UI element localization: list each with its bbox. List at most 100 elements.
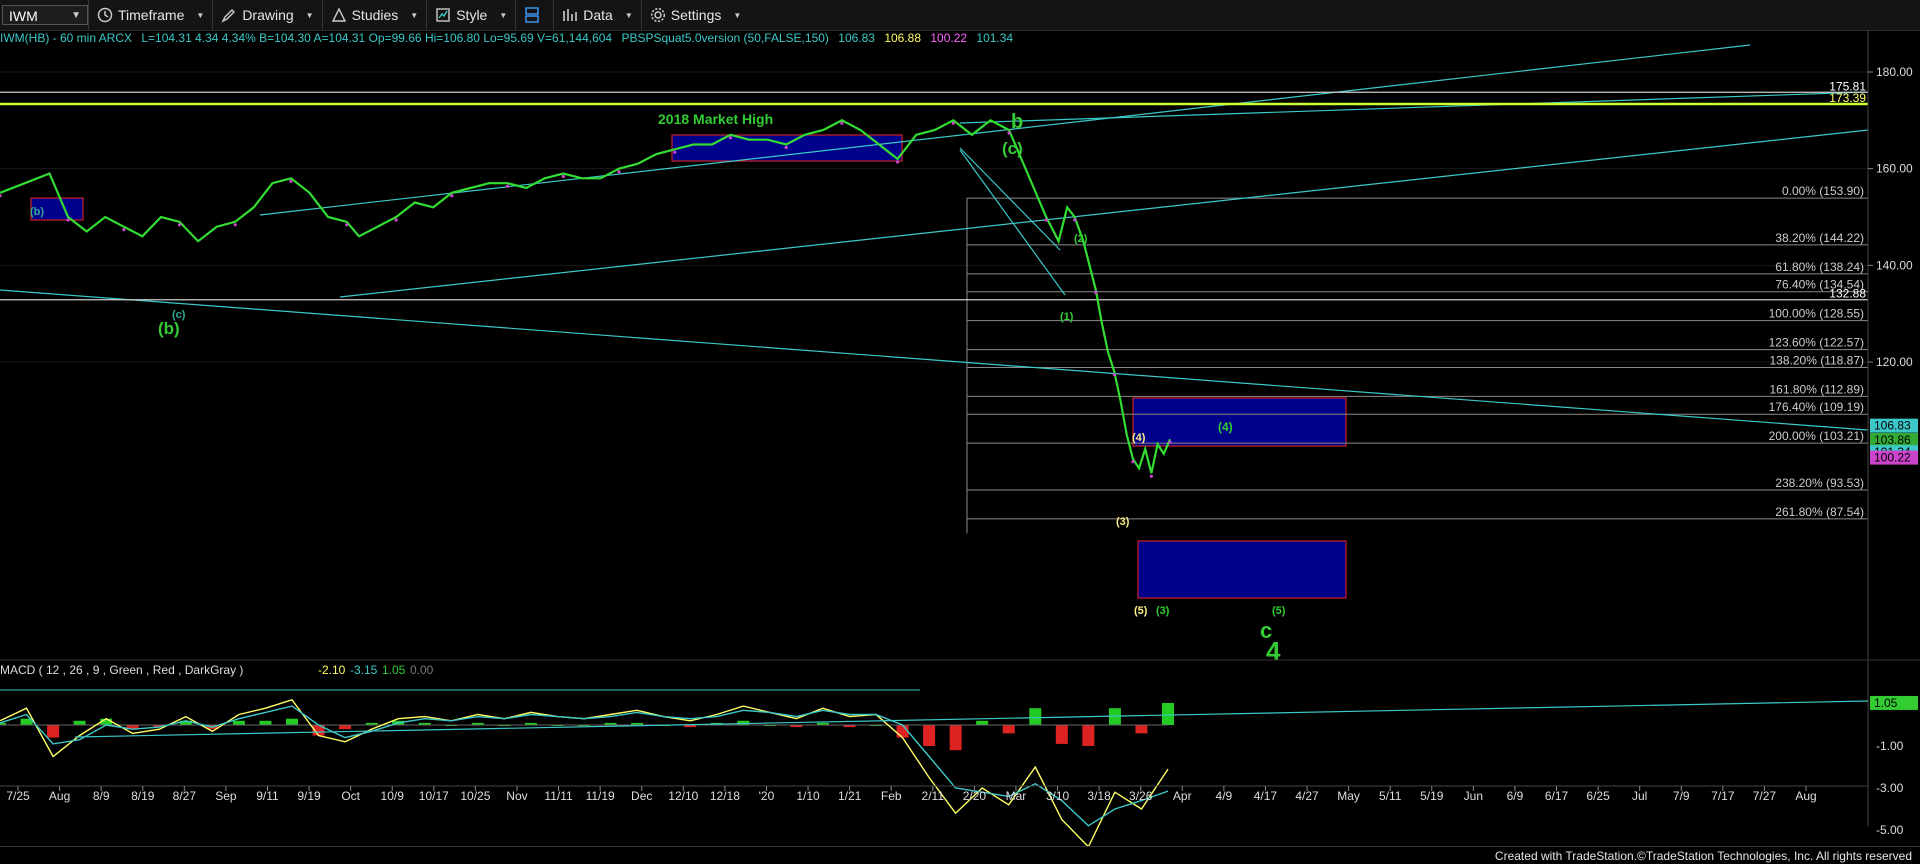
time-tick-label: 5/19 — [1420, 789, 1444, 803]
time-tick-label: 3/10 — [1046, 789, 1070, 803]
wave-label: (5) — [1134, 605, 1148, 617]
target-boxes — [30, 134, 1347, 599]
macd-panel: MACD ( 12 , 26 , 9 , Green , Red , DarkG… — [0, 659, 1920, 846]
price-point — [1149, 474, 1153, 478]
price-point — [1044, 218, 1048, 222]
macd-histogram-bar — [896, 725, 909, 738]
wave-label: (5) — [1272, 605, 1286, 617]
time-tick-label: 7/27 — [1753, 789, 1777, 803]
trend-line — [259, 44, 1751, 216]
price-point — [66, 218, 70, 222]
macd-value: -2.10 — [318, 663, 346, 677]
time-tick-label: '20 — [759, 789, 775, 803]
price-tag-label: 100.22 — [1874, 451, 1911, 465]
trend-line — [339, 129, 1869, 298]
macd-tick-label: -3.00 — [1876, 781, 1904, 795]
price-point — [345, 223, 349, 227]
time-tick-label: 4/9 — [1216, 789, 1233, 803]
time-tick-label: Aug — [49, 789, 70, 803]
price-chart[interactable]: 0.00% (153.90) 38.20% (144.22) 61.80% (138… — [0, 0, 1920, 846]
fib-level-label: 61.80% (138.24) — [1775, 260, 1864, 274]
price-point — [728, 136, 733, 140]
time-tick-label: Aug — [1795, 789, 1816, 803]
time-tick-label: Nov — [506, 789, 527, 803]
macd-trend-line — [74, 700, 1869, 738]
time-tick-label: 4/17 — [1254, 789, 1278, 803]
time-axis[interactable]: 7/25 Aug 8/9 8/19 8/27 Sep 9/11 9/19 Oct 10/9 10/1… — [0, 785, 1868, 803]
fib-level-label: 261.80% (87.54) — [1775, 505, 1864, 519]
macd-histogram-bar — [73, 720, 86, 725]
price-point — [177, 223, 182, 227]
time-tick-label: Oct — [341, 789, 360, 803]
price-point — [450, 194, 454, 198]
macd-title: MACD ( 12 , 26 , 9 , Green , Red , DarkG… — [0, 663, 243, 677]
price-point — [289, 179, 293, 183]
price-point — [122, 228, 126, 232]
copyright-text: Created with TradeStation.©TradeStation … — [1494, 849, 1912, 863]
fib-level-label: 100.00% (128.55) — [1769, 307, 1864, 321]
fib-level-label: 123.60% (122.57) — [1769, 336, 1864, 350]
footer-bar: Created with TradeStation.©TradeStation … — [0, 846, 1920, 864]
time-tick-label: 8/19 — [131, 789, 155, 803]
time-tick-label: 10/17 — [419, 789, 449, 803]
price-line — [0, 118, 1172, 474]
price-series — [0, 118, 1172, 478]
time-tick-label: Jul — [1632, 789, 1647, 803]
fib-levels: 0.00% (153.90) 38.20% (144.22) 61.80% (138… — [966, 184, 1868, 534]
macd-histogram-bar — [259, 720, 272, 725]
macd-histogram-bar — [1135, 725, 1148, 734]
time-tick-label: 6/17 — [1545, 789, 1569, 803]
wave-annotations: 2018 Market High b(c)(b)(c)(b)(2)(1)(4)(4… — [30, 111, 1286, 666]
time-tick-label: 7/9 — [1673, 789, 1690, 803]
macd-value: 1.05 — [382, 663, 406, 677]
price-tick-label: 120.00 — [1876, 355, 1913, 369]
time-tick-label: 2/20 — [963, 789, 987, 803]
macd-tick-label: -5.00 — [1876, 823, 1904, 837]
price-point — [896, 160, 900, 164]
fib-level-label: 0.00% (153.90) — [1782, 184, 1864, 198]
wave-label: (b) — [158, 319, 180, 338]
wave-label: (3) — [1116, 516, 1130, 528]
macd-histogram-bar — [286, 718, 298, 725]
wave-label: 2018 Market High — [658, 111, 773, 127]
price-point — [0, 194, 2, 198]
price-point — [617, 170, 621, 174]
price-point — [951, 121, 955, 125]
trend-line — [959, 147, 1061, 251]
macd-histogram-bar — [339, 725, 352, 730]
price-point — [1073, 218, 1077, 222]
time-tick-label: 1/10 — [796, 789, 820, 803]
wave-label: (1) — [1060, 311, 1074, 323]
price-point — [1131, 460, 1135, 464]
time-tick-label: 11/19 — [586, 789, 615, 803]
wave-label: (c) — [1002, 139, 1023, 158]
price-tick-label: 140.00 — [1876, 258, 1913, 272]
price-point — [840, 121, 844, 125]
time-tick-label: Apr — [1173, 789, 1192, 803]
time-tick-label: 9/11 — [256, 789, 279, 803]
macd-histogram-bar — [1082, 725, 1095, 746]
time-tick-label: 2/11 — [922, 789, 945, 803]
time-tick-label: Sep — [215, 789, 237, 803]
price-tick-label: 160.00 — [1876, 162, 1913, 176]
macd-tick-label: -1.00 — [1876, 739, 1904, 753]
time-tick-label: May — [1337, 789, 1360, 803]
time-tick-label: 11/11 — [544, 789, 573, 803]
macd-signal-line — [0, 705, 1169, 827]
macd-histogram-bar — [1162, 702, 1174, 725]
wave-label: b — [1011, 111, 1023, 133]
horizontal-level-label: 173.39 — [1829, 91, 1866, 105]
time-tick-label: 7/25 — [6, 789, 30, 803]
macd-histogram-bar — [923, 725, 936, 746]
wave-label: (3) — [1156, 605, 1170, 617]
time-tick-label: 5/11 — [1379, 789, 1402, 803]
macd-histogram-bar — [1002, 725, 1015, 734]
time-tick-label: 8/9 — [93, 789, 110, 803]
time-tick-label: 12/10 — [668, 789, 698, 803]
price-grid — [0, 71, 1868, 363]
macd-tag-label: 1.05 — [1874, 696, 1898, 710]
time-tick-label: 3/26 — [1129, 789, 1153, 803]
price-tick-label: 180.00 — [1876, 65, 1913, 79]
time-tick-label: 12/18 — [710, 789, 740, 803]
price-point — [506, 184, 510, 188]
